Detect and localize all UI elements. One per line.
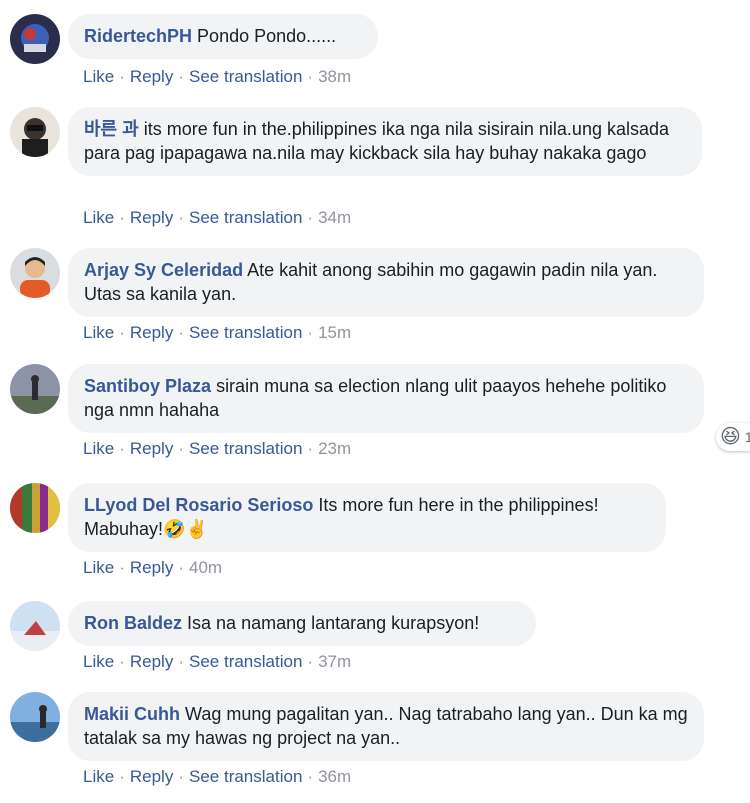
comment-actions: Like · Reply · See translation · 34m	[83, 208, 351, 228]
like-link[interactable]: Like	[83, 652, 114, 671]
separator: ·	[307, 67, 314, 86]
reply-link[interactable]: Reply	[130, 767, 173, 786]
separator: ·	[119, 767, 125, 786]
comment-time[interactable]: 23m	[318, 439, 351, 458]
like-link[interactable]: Like	[83, 208, 114, 227]
separator: ·	[119, 439, 125, 458]
separator: ·	[119, 208, 125, 227]
laughing-face-icon: 😆	[720, 426, 741, 448]
comment-text: Isa na namang lantarang kurapsyon!	[187, 613, 480, 633]
reply-link[interactable]: Reply	[130, 208, 173, 227]
separator: ·	[178, 439, 184, 458]
comment-author[interactable]: Santiboy Plaza	[84, 376, 211, 396]
like-link[interactable]: Like	[83, 67, 114, 86]
comment-time[interactable]: 37m	[318, 652, 351, 671]
see-translation-link[interactable]: See translation	[189, 67, 302, 86]
avatar[interactable]	[10, 107, 60, 157]
comment-time[interactable]: 38m	[318, 67, 351, 86]
comment-time[interactable]: 36m	[318, 767, 351, 786]
reaction-count: 1	[744, 429, 750, 445]
avatar[interactable]	[10, 364, 60, 414]
reply-link[interactable]: Reply	[130, 67, 173, 86]
comment-actions: Like · Reply · 40m	[83, 558, 222, 578]
separator: ·	[307, 439, 314, 458]
separator: ·	[119, 558, 125, 577]
like-link[interactable]: Like	[83, 439, 114, 458]
separator: ·	[178, 323, 184, 342]
comment-author[interactable]: LLyod Del Rosario Serioso	[84, 495, 313, 515]
comment-time[interactable]: 34m	[318, 208, 351, 227]
separator: ·	[178, 767, 184, 786]
like-link[interactable]: Like	[83, 323, 114, 342]
comment-bubble: RidertechPH Pondo Pondo......	[68, 14, 378, 59]
like-link[interactable]: Like	[83, 558, 114, 577]
separator: ·	[307, 652, 314, 671]
comment-author[interactable]: Makii Cuhh	[84, 704, 180, 724]
avatar[interactable]	[10, 692, 60, 742]
separator: ·	[119, 67, 125, 86]
separator: ·	[307, 323, 314, 342]
avatar[interactable]	[10, 248, 60, 298]
comment-bubble: Arjay Sy Celeridad Ate kahit anong sabih…	[68, 248, 704, 317]
reply-link[interactable]: Reply	[130, 652, 173, 671]
comment-actions: Like · Reply · See translation · 37m	[83, 652, 351, 672]
separator: ·	[178, 558, 184, 577]
comment-text: its more fun in the.philippines ika nga …	[84, 119, 670, 163]
see-translation-link[interactable]: See translation	[189, 208, 302, 227]
separator: ·	[178, 208, 184, 227]
comment-time[interactable]: 40m	[189, 558, 222, 577]
comment-author[interactable]: Arjay Sy Celeridad	[84, 260, 243, 280]
like-link[interactable]: Like	[83, 767, 114, 786]
separator: ·	[178, 67, 184, 86]
see-translation-link[interactable]: See translation	[189, 439, 302, 458]
separator: ·	[119, 652, 125, 671]
avatar[interactable]	[10, 601, 60, 651]
rofl-peace-icon: 🤣✌️	[163, 519, 208, 539]
separator: ·	[307, 767, 314, 786]
comment-author[interactable]: RidertechPH	[84, 26, 192, 46]
reply-link[interactable]: Reply	[130, 323, 173, 342]
see-translation-link[interactable]: See translation	[189, 323, 302, 342]
avatar[interactable]	[10, 483, 60, 533]
see-translation-link[interactable]: See translation	[189, 652, 302, 671]
comment-actions: Like · Reply · See translation · 36m	[83, 767, 351, 787]
comment-text: Pondo Pondo......	[197, 26, 337, 46]
comment-actions: Like · Reply · See translation · 23m	[83, 439, 351, 459]
comment-bubble: Ron Baldez Isa na namang lantarang kurap…	[68, 601, 536, 646]
separator: ·	[178, 652, 184, 671]
comment-actions: Like · Reply · See translation · 38m	[83, 67, 351, 87]
avatar[interactable]	[10, 14, 60, 64]
comment-actions: Like · Reply · See translation · 15m	[83, 323, 351, 343]
comment-bubble: LLyod Del Rosario Serioso Its more fun h…	[68, 483, 666, 552]
comment-author[interactable]: Ron Baldez	[84, 613, 182, 633]
reaction-badge[interactable]: 😆 1	[716, 423, 750, 451]
see-translation-link[interactable]: See translation	[189, 767, 302, 786]
comment-time[interactable]: 15m	[318, 323, 351, 342]
comment-bubble: Santiboy Plaza sirain muna sa election n…	[68, 364, 750, 451]
separator: ·	[119, 323, 125, 342]
separator: ·	[307, 208, 314, 227]
comment-bubble: Makii Cuhh Wag mung pagalitan yan.. Nag …	[68, 692, 704, 761]
reply-link[interactable]: Reply	[130, 558, 173, 577]
comment-author[interactable]: 바른 과	[84, 119, 139, 139]
comment-bubble: 바른 과 its more fun in the.philippines ika…	[68, 107, 702, 176]
reply-link[interactable]: Reply	[130, 439, 173, 458]
